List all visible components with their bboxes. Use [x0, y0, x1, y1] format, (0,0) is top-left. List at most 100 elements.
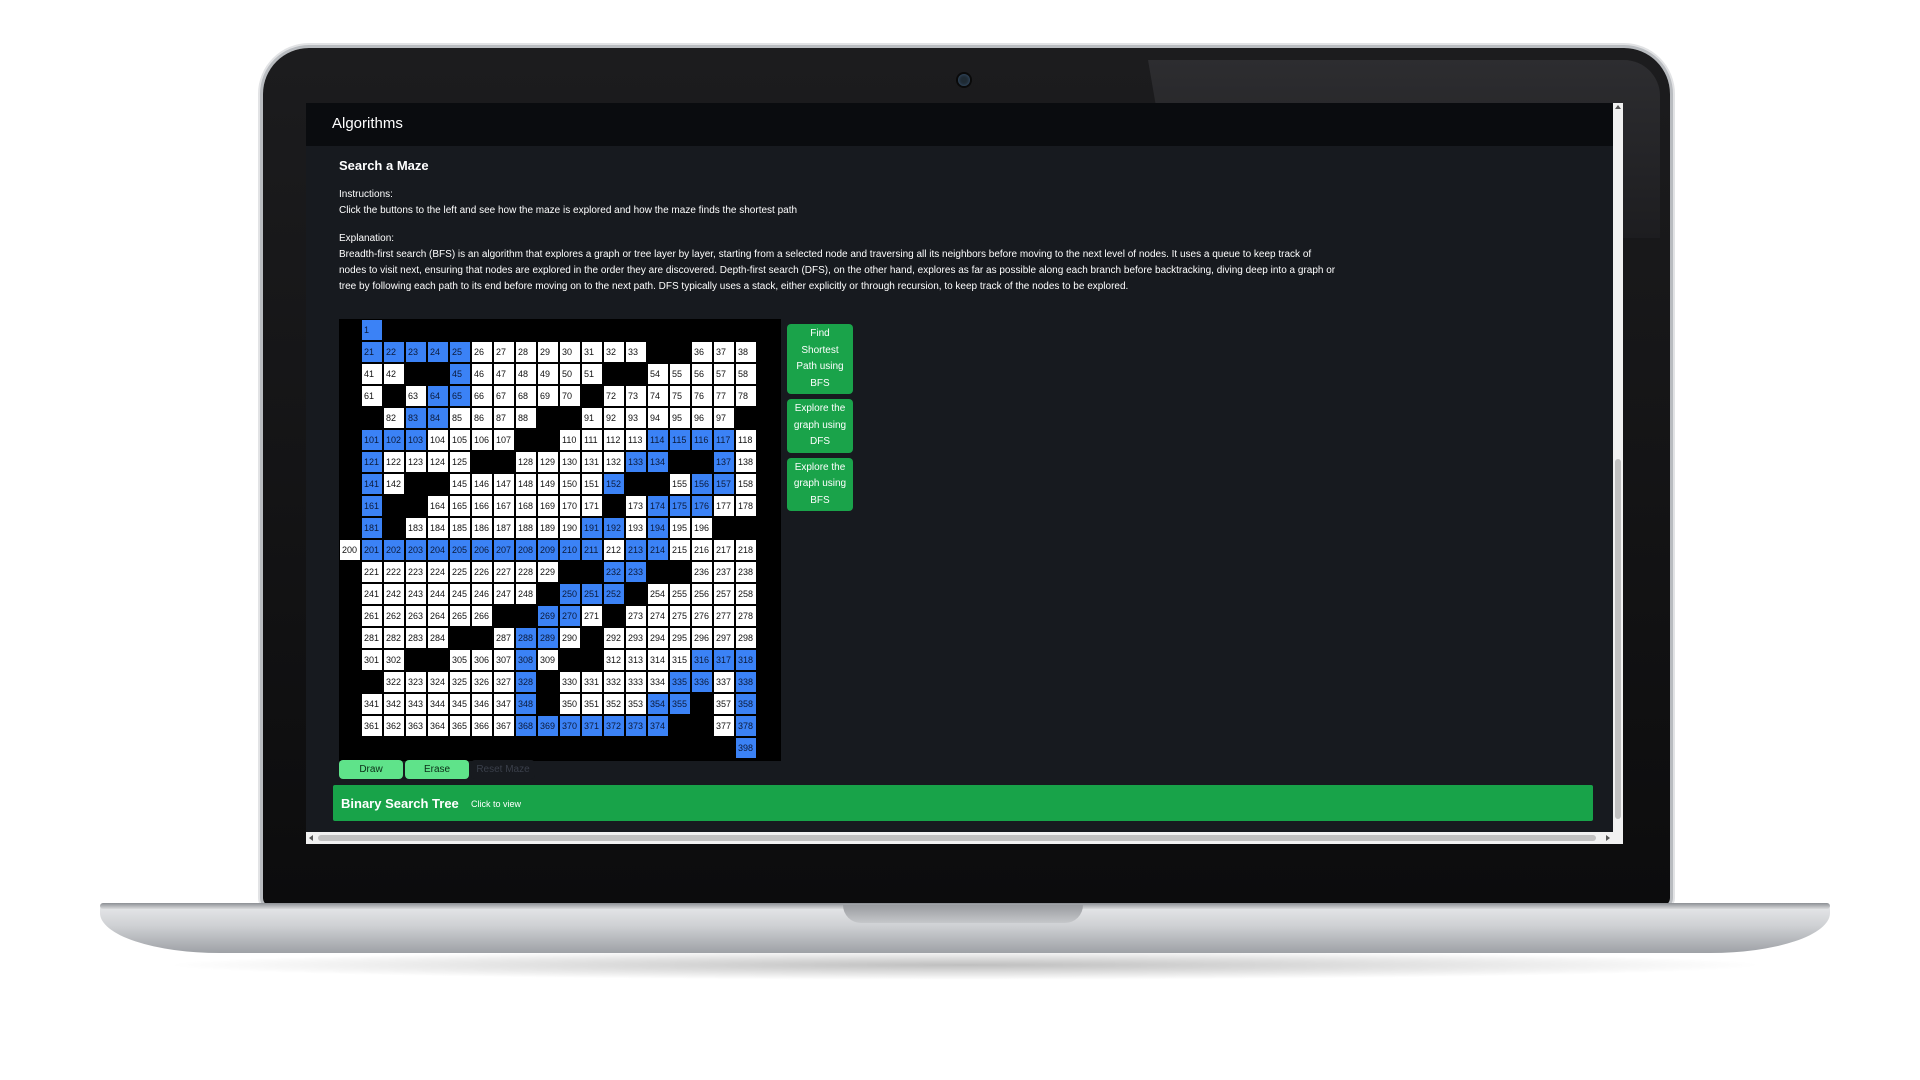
maze-cell[interactable]: 129 [538, 452, 559, 473]
maze-cell[interactable]: 125 [450, 452, 471, 473]
maze-cell[interactable]: 244 [428, 584, 449, 605]
maze-wall-cell[interactable] [758, 650, 779, 671]
maze-path-cell[interactable]: 348 [516, 694, 537, 715]
maze-wall-cell[interactable] [340, 716, 361, 737]
maze-cell[interactable]: 169 [538, 496, 559, 517]
maze-cell[interactable]: 130 [560, 452, 581, 473]
maze-wall-cell[interactable] [758, 342, 779, 363]
maze-cell[interactable]: 228 [516, 562, 537, 583]
maze-wall-cell[interactable] [758, 694, 779, 715]
maze-cell[interactable]: 55 [670, 364, 691, 385]
maze-wall-cell[interactable] [538, 738, 559, 759]
maze-wall-cell[interactable] [626, 320, 647, 341]
maze-cell[interactable]: 124 [428, 452, 449, 473]
maze-wall-cell[interactable] [560, 650, 581, 671]
maze-cell[interactable]: 142 [384, 474, 405, 495]
maze-cell[interactable]: 47 [494, 364, 515, 385]
maze-cell[interactable]: 189 [538, 518, 559, 539]
maze-cell[interactable]: 200 [340, 540, 361, 561]
maze-cell[interactable]: 275 [670, 606, 691, 627]
maze-cell[interactable]: 341 [362, 694, 383, 715]
maze-cell[interactable]: 278 [736, 606, 757, 627]
maze-cell[interactable]: 241 [362, 584, 383, 605]
maze-path-cell[interactable]: 289 [538, 628, 559, 649]
maze-wall-cell[interactable] [604, 320, 625, 341]
maze-cell[interactable]: 50 [560, 364, 581, 385]
maze-path-cell[interactable]: 174 [648, 496, 669, 517]
scroll-up-icon[interactable] [1615, 105, 1621, 109]
maze-cell[interactable]: 92 [604, 408, 625, 429]
maze-cell[interactable]: 82 [384, 408, 405, 429]
maze-cell[interactable]: 118 [736, 430, 757, 451]
horizontal-scroll-thumb[interactable] [318, 835, 1596, 841]
maze-wall-cell[interactable] [604, 364, 625, 385]
maze-cell[interactable]: 362 [384, 716, 405, 737]
maze-path-cell[interactable]: 192 [604, 518, 625, 539]
maze-cell[interactable]: 73 [626, 386, 647, 407]
maze-path-cell[interactable]: 1 [362, 320, 383, 341]
maze-cell[interactable]: 78 [736, 386, 757, 407]
maze-path-cell[interactable]: 205 [450, 540, 471, 561]
maze-cell[interactable]: 171 [582, 496, 603, 517]
maze-wall-cell[interactable] [472, 320, 493, 341]
maze-wall-cell[interactable] [758, 716, 779, 737]
maze-path-cell[interactable]: 252 [604, 584, 625, 605]
maze-path-cell[interactable]: 269 [538, 606, 559, 627]
maze-cell[interactable]: 283 [406, 628, 427, 649]
maze-path-cell[interactable]: 175 [670, 496, 691, 517]
maze-wall-cell[interactable] [450, 628, 471, 649]
maze-cell[interactable]: 243 [406, 584, 427, 605]
maze-cell[interactable]: 88 [516, 408, 537, 429]
maze-cell[interactable]: 46 [472, 364, 493, 385]
maze-wall-cell[interactable] [538, 320, 559, 341]
maze-cell[interactable]: 97 [714, 408, 735, 429]
maze-cell[interactable]: 294 [648, 628, 669, 649]
maze-cell[interactable]: 37 [714, 342, 735, 363]
maze-wall-cell[interactable] [516, 320, 537, 341]
maze-cell[interactable]: 217 [714, 540, 735, 561]
maze-cell[interactable]: 29 [538, 342, 559, 363]
maze-cell[interactable]: 224 [428, 562, 449, 583]
maze-cell[interactable]: 36 [692, 342, 713, 363]
maze-cell[interactable]: 91 [582, 408, 603, 429]
maze-wall-cell[interactable] [340, 694, 361, 715]
maze-cell[interactable]: 365 [450, 716, 471, 737]
maze-cell[interactable]: 221 [362, 562, 383, 583]
maze-path-cell[interactable]: 250 [560, 584, 581, 605]
maze-wall-cell[interactable] [450, 738, 471, 759]
maze-cell[interactable]: 42 [384, 364, 405, 385]
horizontal-scrollbar[interactable] [306, 832, 1623, 844]
maze-cell[interactable]: 151 [582, 474, 603, 495]
maze-cell[interactable]: 76 [692, 386, 713, 407]
maze-wall-cell[interactable] [648, 474, 669, 495]
maze-cell[interactable]: 187 [494, 518, 515, 539]
maze-wall-cell[interactable] [340, 364, 361, 385]
maze-cell[interactable]: 138 [736, 452, 757, 473]
maze-wall-cell[interactable] [670, 716, 691, 737]
maze-path-cell[interactable]: 398 [736, 738, 757, 759]
maze-cell[interactable]: 242 [384, 584, 405, 605]
maze-wall-cell[interactable] [340, 584, 361, 605]
maze-wall-cell[interactable] [758, 540, 779, 561]
vertical-scroll-thumb[interactable] [1615, 459, 1621, 819]
maze-cell[interactable]: 298 [736, 628, 757, 649]
maze-cell[interactable]: 277 [714, 606, 735, 627]
maze-path-cell[interactable]: 24 [428, 342, 449, 363]
maze-path-cell[interactable]: 194 [648, 518, 669, 539]
maze-path-cell[interactable]: 371 [582, 716, 603, 737]
maze-cell[interactable]: 132 [604, 452, 625, 473]
maze-cell[interactable]: 216 [692, 540, 713, 561]
maze-wall-cell[interactable] [758, 408, 779, 429]
maze-wall-cell[interactable] [560, 408, 581, 429]
maze-wall-cell[interactable] [406, 650, 427, 671]
maze-wall-cell[interactable] [736, 408, 757, 429]
maze-cell[interactable]: 225 [450, 562, 471, 583]
maze-wall-cell[interactable] [340, 408, 361, 429]
maze-cell[interactable]: 262 [384, 606, 405, 627]
maze-wall-cell[interactable] [340, 452, 361, 473]
maze-cell[interactable]: 332 [604, 672, 625, 693]
maze-cell[interactable]: 95 [670, 408, 691, 429]
maze-wall-cell[interactable] [494, 452, 515, 473]
maze-wall-cell[interactable] [648, 320, 669, 341]
reset-maze-button[interactable]: Reset Maze [471, 760, 535, 779]
